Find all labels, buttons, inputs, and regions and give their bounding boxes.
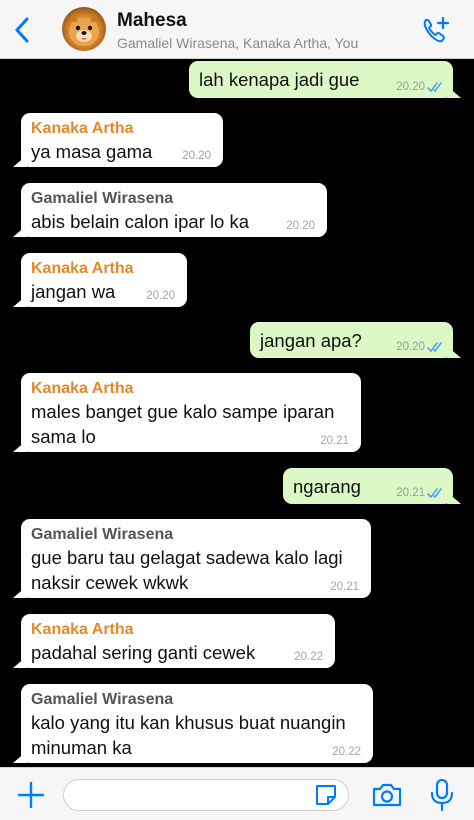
composer-bar bbox=[0, 767, 474, 820]
sender-name: Kanaka Artha bbox=[31, 260, 134, 277]
sender-name: Kanaka Artha bbox=[31, 380, 134, 397]
message-bubble[interactable]: lah kenapa jadi gue 20.20 bbox=[189, 61, 461, 98]
add-attachment-button[interactable] bbox=[14, 780, 48, 810]
chat-title[interactable]: Mahesa bbox=[117, 10, 187, 32]
message-bubble[interactable]: Kanaka Artha ya masa gama 20.20 bbox=[13, 113, 223, 167]
add-call-button[interactable] bbox=[418, 14, 454, 46]
microphone-button[interactable] bbox=[428, 778, 456, 812]
message-time: 20.20 bbox=[396, 81, 425, 93]
group-avatar[interactable] bbox=[62, 7, 106, 51]
message-text: padahal sering ganti cewek bbox=[31, 642, 256, 663]
chevron-left-icon bbox=[15, 17, 29, 43]
message-list[interactable]: lah kenapa jadi gue 20.20 Kanaka Artha y… bbox=[0, 59, 474, 767]
dog-avatar-image bbox=[69, 13, 99, 46]
message-time: 20.22 bbox=[294, 651, 323, 663]
message-text: abis belain calon ipar lo ka bbox=[31, 211, 250, 232]
double-check-icon bbox=[427, 342, 442, 353]
sender-name: Kanaka Artha bbox=[31, 120, 134, 137]
camera-icon bbox=[372, 783, 402, 807]
message-bubble[interactable]: Gamaliel Wirasena abis belain calon ipar… bbox=[13, 183, 327, 237]
sender-name: Gamaliel Wirasena bbox=[31, 526, 174, 543]
back-button[interactable] bbox=[8, 14, 36, 46]
plus-icon bbox=[17, 781, 45, 809]
sticker-button[interactable] bbox=[313, 782, 339, 808]
double-check-icon bbox=[427, 488, 442, 499]
message-bubble[interactable]: Kanaka Artha padahal sering ganti cewek … bbox=[13, 614, 335, 668]
add-call-icon bbox=[423, 16, 450, 43]
message-time: 20.20 bbox=[286, 220, 315, 232]
message-text: kalo yang itu kan khusus buat nuangin mi… bbox=[31, 712, 346, 758]
double-check-icon bbox=[427, 82, 442, 93]
sender-name: Gamaliel Wirasena bbox=[31, 691, 174, 708]
sender-name: Gamaliel Wirasena bbox=[31, 190, 174, 207]
message-time: 20.22 bbox=[332, 746, 361, 758]
message-bubble[interactable]: ngarang 20.21 bbox=[283, 468, 461, 504]
chat-participants[interactable]: Gamaliel Wirasena, Kanaka Artha, You bbox=[117, 35, 358, 51]
message-time: 20.20 bbox=[182, 150, 211, 162]
message-input[interactable] bbox=[63, 779, 349, 811]
message-bubble[interactable]: Kanaka Artha males banget gue kalo sampe… bbox=[13, 373, 361, 452]
message-bubble[interactable]: jangan apa? 20.20 bbox=[250, 322, 461, 358]
message-text: gue baru tau gelagat sadewa kalo lagi na… bbox=[31, 547, 343, 593]
camera-button[interactable] bbox=[370, 780, 404, 810]
microphone-icon bbox=[430, 778, 454, 812]
message-text: males banget gue kalo sampe iparan sama … bbox=[31, 401, 335, 447]
message-bubble[interactable]: Kanaka Artha jangan wa 20.20 bbox=[13, 253, 187, 307]
message-time: 20.21 bbox=[320, 435, 349, 447]
message-time: 20.20 bbox=[396, 341, 425, 353]
message-time: 20.20 bbox=[146, 290, 175, 302]
sticker-icon bbox=[316, 785, 336, 805]
message-time: 20.21 bbox=[396, 487, 425, 499]
chat-header: Mahesa Gamaliel Wirasena, Kanaka Artha, … bbox=[0, 0, 474, 59]
message-bubble[interactable]: Gamaliel Wirasena kalo yang itu kan khus… bbox=[13, 684, 373, 763]
message-bubble[interactable]: Gamaliel Wirasena gue baru tau gelagat s… bbox=[13, 519, 371, 598]
message-time: 20.21 bbox=[330, 581, 359, 593]
sender-name: Kanaka Artha bbox=[31, 621, 134, 638]
